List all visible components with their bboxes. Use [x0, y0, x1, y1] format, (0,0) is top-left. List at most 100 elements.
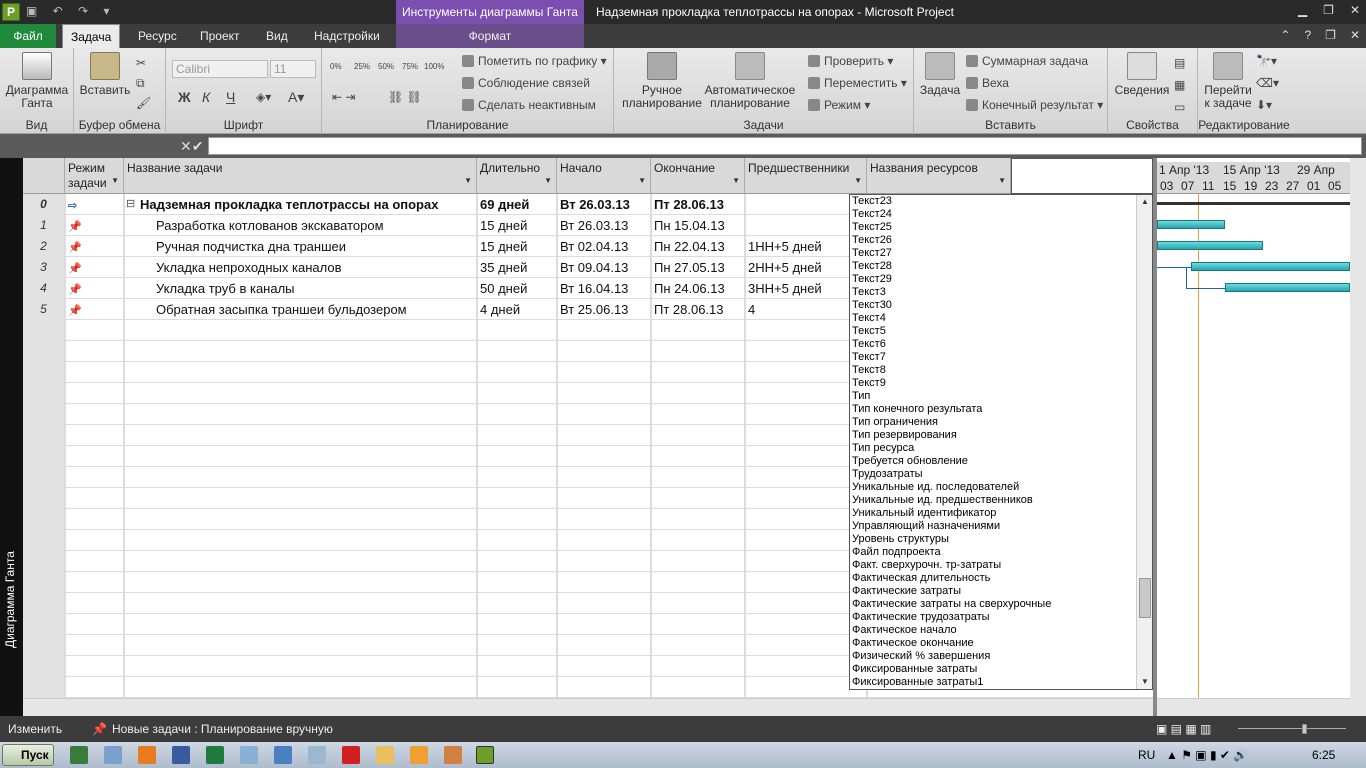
empty-cell[interactable] — [651, 320, 745, 341]
field-option[interactable]: Текст25 — [850, 221, 1152, 234]
paste-button[interactable]: Вставить — [78, 52, 132, 97]
view-bar[interactable]: Диаграмма Ганта — [0, 158, 23, 716]
respect-links-button[interactable]: Соблюдение связей — [462, 74, 590, 92]
clear-icon[interactable]: ⌫▾ — [1256, 74, 1279, 92]
sheet-horizontal-scrollbar[interactable] — [23, 698, 1153, 716]
percent-0-button[interactable]: 0% — [330, 58, 342, 76]
task-mode-cell[interactable]: 📌 — [65, 278, 124, 299]
empty-cell[interactable] — [65, 656, 124, 677]
empty-cell[interactable] — [124, 467, 477, 488]
dropdown-arrow-icon[interactable]: ▼ — [111, 173, 119, 188]
empty-cell[interactable] — [124, 530, 477, 551]
empty-cell[interactable] — [651, 488, 745, 509]
empty-cell[interactable] — [651, 572, 745, 593]
field-option[interactable]: Текст24 — [850, 208, 1152, 221]
column-header-resources[interactable]: Названия ресурсов ▼ — [867, 158, 1011, 194]
empty-cell[interactable] — [65, 362, 124, 383]
empty-cell[interactable] — [557, 425, 651, 446]
empty-cell[interactable] — [124, 635, 477, 656]
cell-finish[interactable]: Пт 28.06.13 — [651, 299, 745, 320]
empty-cell[interactable] — [65, 593, 124, 614]
task-mode-cell[interactable]: ⇨ — [65, 194, 124, 215]
font-size-select[interactable]: 11 — [270, 60, 316, 78]
empty-cell[interactable] — [651, 635, 745, 656]
empty-cell[interactable] — [65, 467, 124, 488]
empty-cell[interactable] — [65, 572, 124, 593]
app-icon[interactable] — [104, 746, 122, 764]
auto-schedule-button[interactable]: Автоматическое планирование — [704, 52, 796, 110]
cell-duration[interactable]: 69 дней — [477, 194, 557, 215]
cell-finish[interactable]: Пт 28.06.13 — [651, 194, 745, 215]
empty-cell[interactable] — [651, 656, 745, 677]
inactivate-button[interactable]: Сделать неактивным — [462, 96, 596, 114]
empty-cell[interactable] — [65, 614, 124, 635]
cell-duration[interactable]: 15 дней — [477, 236, 557, 257]
cell-name[interactable]: Разработка котлованов экскаватором — [124, 215, 477, 236]
column-header-finish[interactable]: Окончание ▼ — [651, 158, 745, 194]
restore-icon[interactable]: ❐ — [1323, 3, 1334, 17]
empty-cell[interactable] — [557, 635, 651, 656]
field-option[interactable]: Текст3 — [850, 286, 1152, 299]
task-bar[interactable] — [1191, 262, 1350, 271]
scroll-up-icon[interactable]: ▲ — [1137, 195, 1152, 209]
task-mode-cell[interactable]: 📌 — [65, 299, 124, 320]
field-option[interactable]: Уровень структуры — [850, 533, 1152, 546]
field-option[interactable]: Текст5 — [850, 325, 1152, 338]
column-header-start[interactable]: Начало ▼ — [557, 158, 651, 194]
tab-format[interactable]: Формат — [396, 24, 584, 48]
find-icon[interactable]: 🔭▾ — [1256, 52, 1277, 70]
empty-cell[interactable] — [65, 404, 124, 425]
timeline-icon[interactable]: ▭ — [1174, 98, 1185, 116]
empty-cell[interactable] — [477, 320, 557, 341]
empty-cell[interactable] — [651, 593, 745, 614]
column-header-duration[interactable]: Длительно ▼ — [477, 158, 557, 194]
manual-schedule-button[interactable]: Ручное планирование — [618, 52, 706, 110]
gantt-vertical-scrollbar[interactable] — [1350, 158, 1366, 716]
empty-cell[interactable] — [65, 677, 124, 698]
dropdown-arrow-icon[interactable]: ▼ — [464, 173, 472, 188]
scroll-to-task-button[interactable]: Перейти к задаче — [1200, 52, 1256, 110]
field-option[interactable]: Тип резервирования — [850, 429, 1152, 442]
empty-cell[interactable] — [124, 677, 477, 698]
empty-cell[interactable] — [477, 362, 557, 383]
field-option[interactable]: Фиксированные затраты — [850, 663, 1152, 676]
empty-cell[interactable] — [477, 614, 557, 635]
column-header-mode[interactable]: Режим задачи ▼ — [65, 158, 124, 194]
bold-button[interactable]: Ж — [178, 88, 191, 106]
cell-name[interactable]: Ручная подчистка дна траншеи — [124, 236, 477, 257]
mode-button[interactable]: Режим ▾ — [808, 96, 870, 114]
empty-cell[interactable] — [557, 677, 651, 698]
deliverable-button[interactable]: Конечный результат ▾ — [966, 96, 1103, 114]
field-option[interactable]: Текст7 — [850, 351, 1152, 364]
field-name-dropdown[interactable]: Текст23 Текст24 Текст25 Текст26 Текст27 Текст… — [849, 194, 1153, 690]
task-mode-cell[interactable]: 📌 — [65, 215, 124, 236]
cell-duration[interactable]: 15 дней — [477, 215, 557, 236]
cell-start[interactable]: Вт 26.03.13 — [557, 215, 651, 236]
empty-cell[interactable] — [557, 320, 651, 341]
field-option[interactable]: Фактические трудозатраты — [850, 611, 1152, 624]
tab-task[interactable]: Задача — [62, 24, 121, 48]
cell-start[interactable]: Вт 25.06.13 — [557, 299, 651, 320]
link-icon[interactable]: ⛓ ⛓ — [388, 88, 422, 106]
empty-cell[interactable] — [124, 656, 477, 677]
cell-start[interactable]: Вт 26.03.13 — [557, 194, 651, 215]
tab-view[interactable]: Вид — [266, 24, 288, 48]
insert-task-button[interactable]: Задача — [916, 52, 964, 97]
fill-icon[interactable]: ⬇▾ — [1256, 96, 1272, 114]
task-mode-cell[interactable]: 📌 — [65, 257, 124, 278]
underline-button[interactable]: Ч — [226, 88, 235, 106]
empty-cell[interactable] — [651, 509, 745, 530]
empty-cell[interactable] — [477, 404, 557, 425]
empty-cell[interactable] — [651, 425, 745, 446]
field-option[interactable]: Управляющий назначениями — [850, 520, 1152, 533]
app-icon[interactable] — [240, 746, 258, 764]
field-option[interactable]: Фактическое начало — [850, 624, 1152, 637]
field-option[interactable]: Физический % завершения — [850, 650, 1152, 663]
empty-cell[interactable] — [65, 488, 124, 509]
tab-project[interactable]: Проект — [200, 24, 240, 48]
cell-name[interactable]: Укладка непроходных каналов — [124, 257, 477, 278]
project-icon[interactable] — [476, 746, 494, 764]
move-button[interactable]: Переместить ▾ — [808, 74, 907, 92]
tray-icons[interactable]: ▲ ⚑ ▣ ▮ ✔ 🔊 — [1166, 748, 1248, 762]
empty-cell[interactable] — [124, 320, 477, 341]
